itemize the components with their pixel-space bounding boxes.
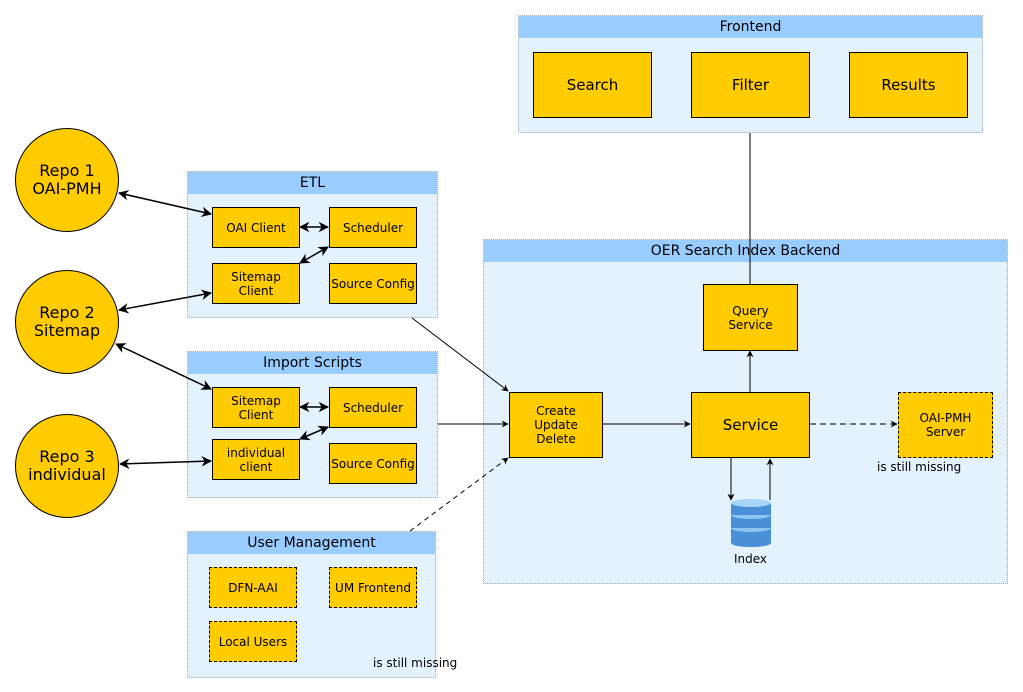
repo1-oai-arrow: [117, 189, 213, 218]
repo2-etl-arrow: [117, 289, 213, 314]
repo3-individual-arrow: [118, 456, 213, 469]
import-individual-scheduler-arrow: [299, 425, 329, 441]
etl-to-cud-arrow: [411, 317, 509, 392]
um-to-cud-arrow: [409, 457, 509, 532]
database-icon: [731, 499, 771, 547]
repo2-import-arrow: [115, 343, 212, 390]
connections: [115, 133, 898, 547]
etl-sitemap-scheduler-arrow: [299, 246, 329, 264]
